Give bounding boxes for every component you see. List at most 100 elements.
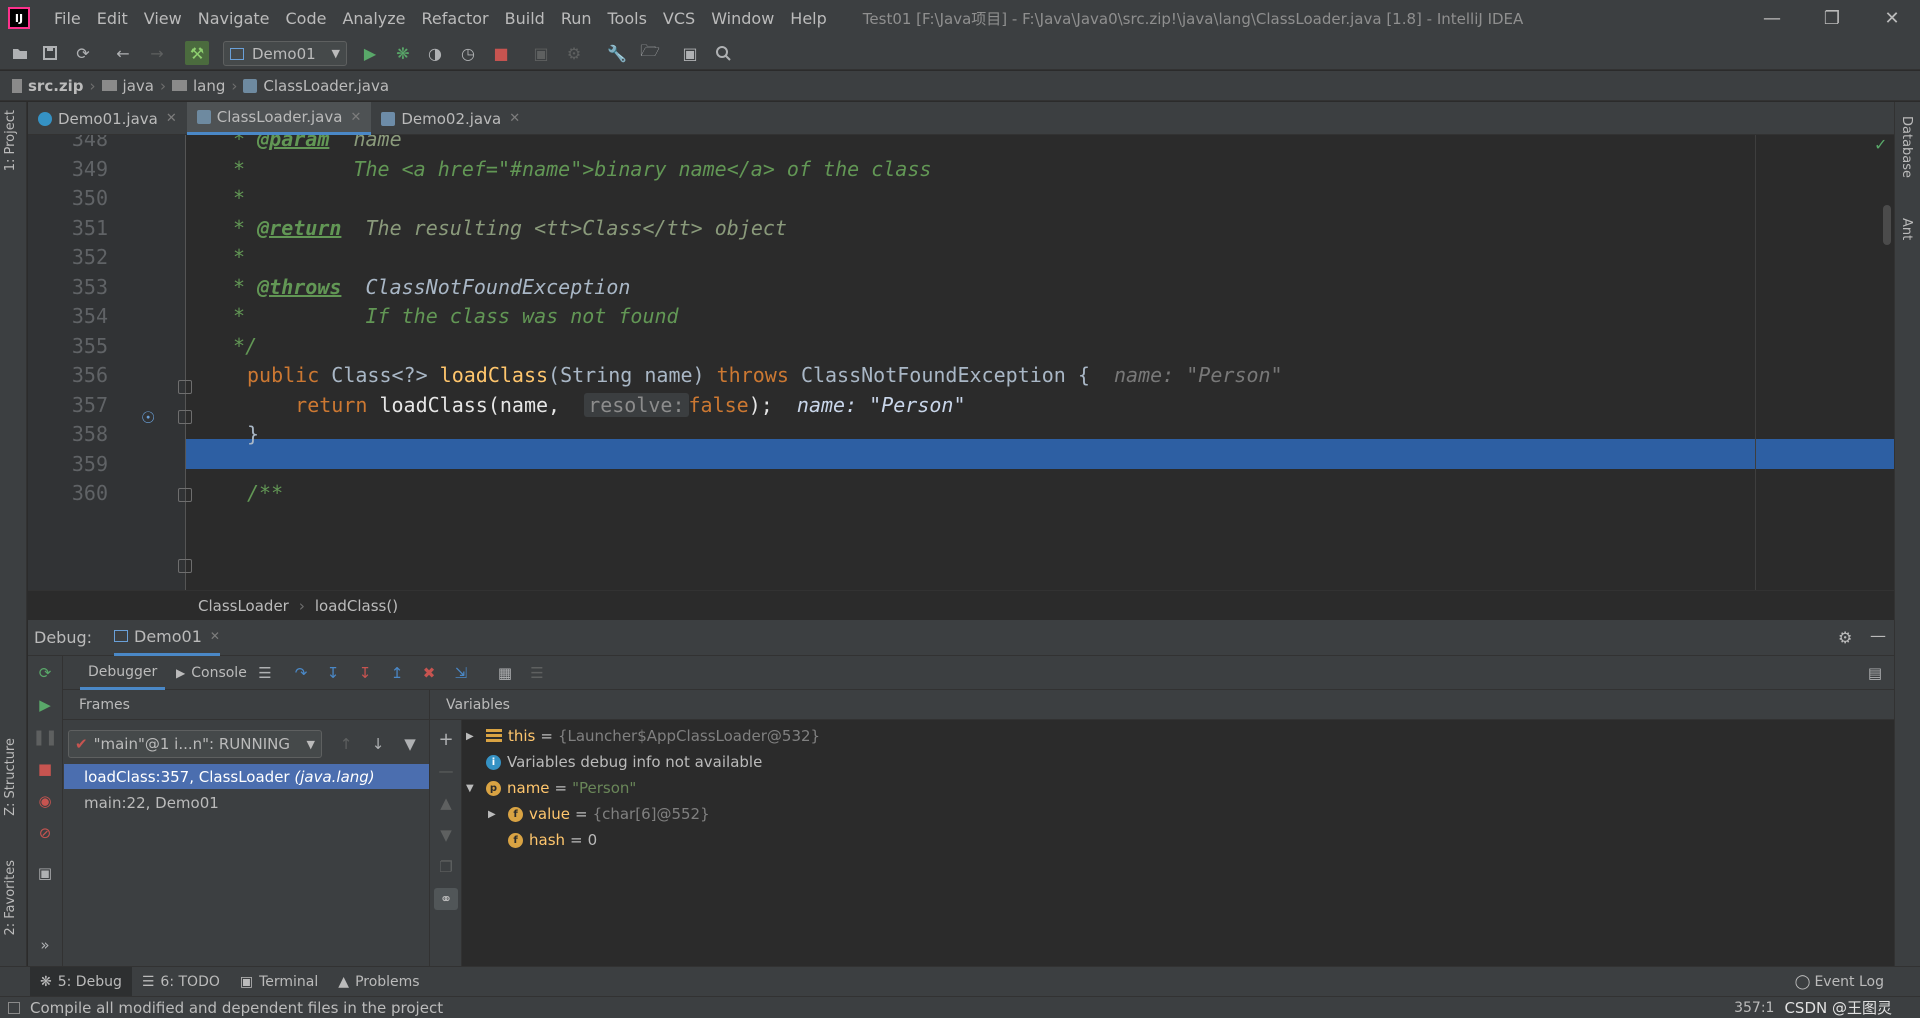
editor-scrollbar[interactable]: [1883, 205, 1891, 245]
menu-view[interactable]: View: [136, 9, 190, 28]
close-tab-icon[interactable]: ✕: [166, 111, 177, 126]
fold-marker-icon[interactable]: [178, 380, 192, 394]
stop-icon[interactable]: ■: [489, 41, 513, 65]
coverage-icon[interactable]: ◑: [423, 41, 447, 65]
pause-icon[interactable]: ❚❚: [32, 726, 57, 748]
variable-row-this[interactable]: ▶ this = {Launcher$AppClassLoader@532}: [466, 723, 820, 749]
add-watch-icon[interactable]: +: [435, 728, 457, 750]
breadcrumb-src-zip[interactable]: src.zip ›: [12, 77, 96, 95]
step-over-icon[interactable]: ↷: [290, 662, 312, 684]
menu-tools[interactable]: Tools: [600, 9, 655, 28]
move-down-icon[interactable]: ▼: [435, 824, 457, 846]
fold-marker-icon[interactable]: [178, 559, 192, 573]
event-log-button[interactable]: ◯ Event Log: [1785, 967, 1894, 997]
tab-debugger[interactable]: Debugger: [80, 656, 166, 690]
step-into-icon[interactable]: ↧: [322, 662, 344, 684]
more-icon[interactable]: »: [34, 934, 56, 956]
expand-arrow-icon[interactable]: ▶: [488, 809, 502, 820]
fold-marker-icon[interactable]: [178, 410, 192, 424]
trace-icon[interactable]: ☰: [526, 662, 548, 684]
project-structure-icon[interactable]: 🗁: [638, 41, 662, 65]
terminal-tool-button[interactable]: ▣ Terminal: [230, 967, 328, 997]
copy-icon[interactable]: ❐: [435, 856, 457, 878]
tab-console[interactable]: ▶ Console: [170, 656, 253, 690]
forward-arrow-icon[interactable]: →: [145, 41, 169, 65]
menu-help[interactable]: Help: [782, 9, 834, 28]
rerun-icon[interactable]: ⟳: [34, 662, 56, 684]
menu-build[interactable]: Build: [497, 9, 553, 28]
terminal-window-icon[interactable]: ▣: [678, 41, 702, 65]
debug-bug-icon[interactable]: ❋: [391, 41, 415, 65]
hide-panel-icon[interactable]: —: [1870, 626, 1886, 645]
breadcrumb-lang[interactable]: lang ›: [171, 77, 237, 95]
breadcrumb-method[interactable]: loadClass(): [315, 597, 398, 615]
breadcrumb-classloader[interactable]: ClassLoader.java: [243, 77, 389, 95]
menu-code[interactable]: Code: [278, 9, 335, 28]
tool-window-toggle-icon[interactable]: [8, 1001, 20, 1014]
method-override-icon[interactable]: ☉: [141, 408, 155, 427]
close-window-icon[interactable]: ✕: [1864, 0, 1920, 36]
wrench-icon[interactable]: 🔧: [605, 41, 629, 65]
fold-marker-icon[interactable]: [178, 488, 192, 502]
menu-edit[interactable]: Edit: [89, 9, 136, 28]
vcs-commit-icon[interactable]: ⚙: [562, 41, 586, 65]
run-configuration-select[interactable]: Demo01 ▼: [223, 41, 347, 66]
move-up-icon[interactable]: ▲: [435, 792, 457, 814]
frame-row[interactable]: loadClass:357, ClassLoader (java.lang): [64, 764, 429, 789]
close-tab-icon[interactable]: ✕: [350, 110, 361, 125]
search-icon[interactable]: [711, 41, 735, 65]
evaluate-expression-icon[interactable]: ▦: [494, 662, 516, 684]
stop-icon[interactable]: ■: [34, 758, 56, 780]
close-tab-icon[interactable]: ✕: [509, 111, 520, 126]
variable-row-value[interactable]: ▶ f value = {char[6]@552}: [488, 801, 710, 827]
vcs-update-icon[interactable]: ▣: [529, 41, 553, 65]
arrow-up-icon[interactable]: ↑: [335, 733, 357, 755]
tab-classloader[interactable]: ClassLoader.java ✕: [186, 102, 372, 135]
breadcrumb-java[interactable]: java ›: [101, 77, 166, 95]
view-breakpoints-icon[interactable]: ◉: [34, 790, 56, 812]
debug-tool-button[interactable]: ❋ 5: Debug: [30, 966, 132, 997]
sync-icon[interactable]: ⟳: [71, 41, 95, 65]
glasses-icon[interactable]: ⚭: [434, 888, 458, 910]
frame-row[interactable]: main:22, Demo01: [64, 790, 429, 815]
layout-icon[interactable]: ▤: [1864, 662, 1886, 684]
open-folder-icon[interactable]: [8, 41, 32, 65]
structure-tool-button[interactable]: Z: Structure: [3, 738, 18, 816]
run-to-cursor-icon[interactable]: ⇲: [450, 662, 472, 684]
caret-position[interactable]: 357:1: [1734, 1000, 1774, 1016]
variable-row-name[interactable]: ▼ p name = "Person": [466, 775, 636, 801]
mute-breakpoints-icon[interactable]: ⊘: [34, 822, 56, 844]
build-hammer-icon[interactable]: ⚒: [185, 41, 209, 65]
menu-analyze[interactable]: Analyze: [334, 9, 413, 28]
arrow-down-icon[interactable]: ↓: [367, 733, 389, 755]
restore-icon[interactable]: ❐: [1804, 0, 1860, 36]
run-icon[interactable]: ▶: [358, 41, 382, 65]
profile-icon[interactable]: ◷: [456, 41, 480, 65]
todo-tool-button[interactable]: ☰ 6: TODO: [132, 967, 230, 997]
thread-selector[interactable]: ✔ "main"@1 i...n": RUNNING ▼: [68, 730, 322, 758]
debug-session-tab[interactable]: Demo01 ✕: [114, 620, 220, 656]
menu-window[interactable]: Window: [703, 9, 782, 28]
breadcrumb-class[interactable]: ClassLoader: [198, 597, 289, 615]
ant-tool-button[interactable]: Ant: [1899, 218, 1914, 240]
project-tool-button[interactable]: 1: Project: [3, 110, 18, 171]
expand-arrow-icon[interactable]: ▶: [466, 731, 480, 742]
back-arrow-icon[interactable]: ←: [111, 41, 135, 65]
code-editor[interactable]: ✓ 348 349 350 351 352 353 354 355 356 35…: [28, 135, 1894, 590]
filter-icon[interactable]: ▼: [399, 733, 421, 755]
variable-row-hash[interactable]: f hash = 0: [508, 827, 597, 853]
database-tool-button[interactable]: Database: [1899, 116, 1914, 178]
list-icon[interactable]: ☰: [254, 662, 276, 684]
menu-navigate[interactable]: Navigate: [190, 9, 278, 28]
close-tab-icon[interactable]: ✕: [210, 629, 220, 643]
gear-icon[interactable]: ⚙: [1838, 628, 1852, 647]
remove-watch-icon[interactable]: —: [435, 760, 457, 782]
camera-icon[interactable]: ▣: [34, 862, 56, 884]
collapse-arrow-icon[interactable]: ▼: [466, 783, 480, 794]
tab-demo02[interactable]: Demo02.java ✕: [371, 102, 530, 135]
minimize-icon[interactable]: —: [1744, 0, 1800, 36]
menu-refactor[interactable]: Refactor: [414, 9, 497, 28]
menu-vcs[interactable]: VCS: [655, 9, 703, 28]
tab-demo01[interactable]: Demo01.java ✕: [28, 102, 187, 135]
save-icon[interactable]: [38, 41, 62, 65]
